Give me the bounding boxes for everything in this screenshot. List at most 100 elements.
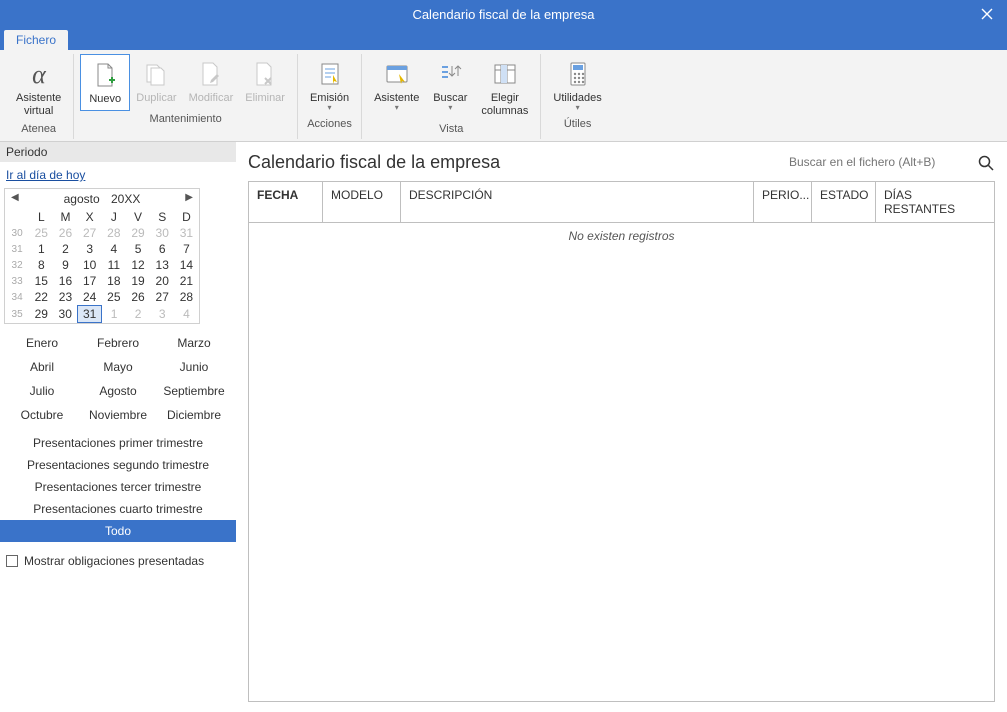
calendar-day[interactable]: 25 (102, 289, 126, 306)
presentation-shortcut[interactable]: Presentaciones tercer trimestre (0, 476, 236, 498)
month-shortcut[interactable]: Octubre (6, 406, 78, 424)
month-shortcut[interactable]: Septiembre (158, 382, 230, 400)
col-dias-restantes[interactable]: DÍAS RESTANTES (876, 182, 994, 222)
group-label-utiles: Útiles (564, 118, 592, 132)
col-fecha[interactable]: FECHA (249, 182, 323, 222)
dow-header: L (29, 209, 53, 225)
nuevo-button[interactable]: Nuevo (80, 54, 130, 111)
calendar-day[interactable]: 27 (78, 225, 102, 241)
next-month-button[interactable]: ▶ (185, 192, 193, 203)
col-estado[interactable]: ESTADO (812, 182, 876, 222)
calendar-day[interactable]: 7 (174, 241, 198, 257)
new-document-icon (89, 59, 121, 91)
month-shortcut-grid: EneroFebreroMarzo AbrilMayoJunio JulioAgos… (0, 324, 236, 428)
dow-header: V (126, 209, 150, 225)
calendar-day[interactable]: 26 (53, 225, 77, 241)
week-number: 34 (5, 289, 29, 306)
calendar-day[interactable]: 28 (174, 289, 198, 306)
calendar-day[interactable]: 31 (78, 306, 102, 323)
calendar-day[interactable]: 11 (102, 257, 126, 273)
prev-month-button[interactable]: ◀ (11, 192, 19, 203)
calendar-day[interactable]: 4 (102, 241, 126, 257)
search-input[interactable] (787, 152, 967, 173)
month-shortcut[interactable]: Mayo (82, 358, 154, 376)
calendar-day[interactable]: 17 (78, 273, 102, 289)
calendar-day[interactable]: 12 (126, 257, 150, 273)
calendar-day[interactable]: 9 (53, 257, 77, 273)
alpha-icon: α (23, 58, 55, 90)
grid-header: FECHA MODELO DESCRIPCIÓN PERIO... ESTADO… (249, 182, 994, 223)
calendar-day[interactable]: 15 (29, 273, 53, 289)
calendar-day[interactable]: 2 (126, 306, 150, 323)
presentation-shortcut[interactable]: Presentaciones segundo trimestre (0, 454, 236, 476)
month-shortcut[interactable]: Noviembre (82, 406, 154, 424)
calendar-day[interactable]: 18 (102, 273, 126, 289)
utilidades-button[interactable]: Utilidades ▾ (547, 54, 607, 116)
show-presented-checkbox[interactable] (6, 555, 18, 567)
calendar-day[interactable]: 30 (150, 225, 174, 241)
col-modelo[interactable]: MODELO (323, 182, 401, 222)
calendar-day[interactable]: 16 (53, 273, 77, 289)
month-shortcut[interactable]: Agosto (82, 382, 154, 400)
dow-header: S (150, 209, 174, 225)
month-shortcut[interactable]: Julio (6, 382, 78, 400)
buscar-button[interactable]: Buscar ▾ (425, 54, 475, 121)
calendar-day[interactable]: 31 (174, 225, 198, 241)
calendar-day[interactable]: 2 (53, 241, 77, 257)
ribbon-group-mantenimiento: Nuevo Duplicar Modificar Eliminar (74, 54, 298, 139)
calendar-month[interactable]: agosto (64, 192, 100, 206)
elegir-columnas-button[interactable]: Elegircolumnas (475, 54, 534, 121)
calendar-day[interactable]: 3 (78, 241, 102, 257)
presentation-shortcut[interactable]: Presentaciones primer trimestre (0, 432, 236, 454)
calendar-day[interactable]: 25 (29, 225, 53, 241)
calendar-day[interactable]: 29 (126, 225, 150, 241)
search-button[interactable] (977, 154, 995, 172)
sort-filter-icon (434, 58, 466, 90)
calendar-day[interactable]: 23 (53, 289, 77, 306)
calendar-day[interactable]: 8 (29, 257, 53, 273)
month-shortcut[interactable]: Enero (6, 334, 78, 352)
month-shortcut[interactable]: Febrero (82, 334, 154, 352)
close-button[interactable] (967, 0, 1007, 28)
calendar-day[interactable]: 20 (150, 273, 174, 289)
calendar-day[interactable]: 22 (29, 289, 53, 306)
calendar-day[interactable]: 13 (150, 257, 174, 273)
calendar-day[interactable]: 30 (53, 306, 77, 323)
calendar-year[interactable]: 20XX (111, 192, 140, 206)
calendar-day[interactable]: 24 (78, 289, 102, 306)
col-periodo[interactable]: PERIO... (754, 182, 812, 222)
month-shortcut[interactable]: Junio (158, 358, 230, 376)
calendar-day[interactable]: 1 (102, 306, 126, 323)
calendar-day[interactable]: 29 (29, 306, 53, 323)
asistente-button[interactable]: Asistente ▾ (368, 54, 425, 121)
calendar-day[interactable]: 4 (174, 306, 198, 323)
calendar-day[interactable]: 28 (102, 225, 126, 241)
calendar-day[interactable]: 5 (126, 241, 150, 257)
calendar-day[interactable]: 3 (150, 306, 174, 323)
dow-header: J (102, 209, 126, 225)
calendar-day[interactable]: 6 (150, 241, 174, 257)
presentation-shortcuts: Presentaciones primer trimestrePresentac… (0, 432, 236, 542)
calendar-day[interactable]: 14 (174, 257, 198, 273)
menu-fichero[interactable]: Fichero (4, 30, 68, 50)
calendar-day[interactable]: 27 (150, 289, 174, 306)
search-icon (977, 154, 995, 172)
calendar-day[interactable]: 10 (78, 257, 102, 273)
asistente-label-1: Asistente (16, 92, 61, 104)
calendar-day[interactable]: 19 (126, 273, 150, 289)
presentation-shortcut[interactable]: Presentaciones cuarto trimestre (0, 498, 236, 520)
calendar-day[interactable]: 21 (174, 273, 198, 289)
month-shortcut[interactable]: Abril (6, 358, 78, 376)
duplicar-button: Duplicar (130, 54, 182, 111)
columns-icon (489, 58, 521, 90)
presentation-shortcut[interactable]: Todo (0, 520, 236, 542)
emision-button[interactable]: Emisión ▾ (304, 54, 355, 116)
month-shortcut[interactable]: Marzo (158, 334, 230, 352)
col-descripcion[interactable]: DESCRIPCIÓN (401, 182, 754, 222)
calendar-day[interactable]: 1 (29, 241, 53, 257)
chevron-down-icon: ▾ (576, 103, 580, 112)
month-shortcut[interactable]: Diciembre (158, 406, 230, 424)
calendar-day[interactable]: 26 (126, 289, 150, 306)
go-to-today-link[interactable]: Ir al día de hoy (0, 162, 236, 188)
asistente-virtual-button[interactable]: α Asistentevirtual (10, 54, 67, 121)
